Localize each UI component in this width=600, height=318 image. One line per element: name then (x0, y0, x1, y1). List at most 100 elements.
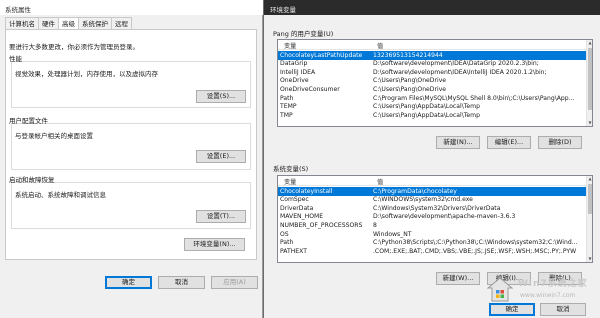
variable-value: C:\ProgramData\chocolatey (373, 187, 457, 195)
system-variables-list[interactable]: 变量 值 ChocolateyInstall C:\ProgramData\cho… (277, 175, 593, 263)
variable-name: DriverData (280, 204, 314, 212)
environment-variables-window: 环境变量 Pang 的用户变量(U) 变量 值 ChocolateyLastPa… (263, 0, 600, 318)
performance-settings-button[interactable]: 设置(S)... (196, 90, 246, 103)
watermark: Win7系统之家 www.winwin7.com (484, 272, 596, 314)
apply-button[interactable]: 应用(A) (211, 276, 258, 289)
group-title: 性能 (9, 55, 22, 63)
scrollbar-thumb[interactable] (588, 184, 592, 214)
vertical-scrollbar[interactable]: ▲ ▼ (586, 40, 592, 126)
user-variables-list[interactable]: 变量 值 ChocolateyLastPathUpdate 13236951315… (277, 39, 593, 127)
scroll-up-icon[interactable]: ▲ (587, 40, 592, 46)
group-description: 系统启动、系统故障和调试信息 (15, 191, 106, 199)
column-value[interactable]: 值 (377, 177, 383, 186)
user-edit-button[interactable]: 编辑(E)... (487, 136, 531, 149)
tab-remote[interactable]: 远程 (111, 17, 132, 29)
variable-value: C:\Users\Pang\OneDrive (373, 85, 447, 93)
column-variable[interactable]: 变量 (284, 41, 296, 50)
variable-name: ChocolateyInstall (280, 187, 333, 195)
variable-name: IntelliJ IDEA (280, 68, 316, 76)
variable-value: C:\Python38\Scripts\;C:\Python38\;C:\Win… (373, 239, 578, 247)
table-row[interactable]: Path C:\Python38\Scripts\;C:\Python38\;C:… (278, 239, 587, 248)
user-variables-label: Pang 的用户变量(U) (273, 30, 334, 38)
environment-variables-button[interactable]: 环境变量(N)... (184, 238, 245, 251)
variable-value: D:\software\development\IDEA\DataGrip 20… (373, 60, 539, 68)
variable-value: D:\software\development\IDEA\IntelliJ ID… (373, 68, 547, 76)
variable-name: Path (280, 239, 294, 247)
variable-value: 132369513154214944 (373, 51, 443, 59)
table-row[interactable]: TMP C:\Users\Pang\AppData\Local\Temp (278, 111, 587, 120)
system-variables-label: 系统变量(S) (273, 165, 309, 173)
list-header: 变量 值 (278, 176, 592, 186)
startup-recovery-group: 启动和故障恢复 系统启动、系统故障和调试信息 设置(T)... (9, 174, 253, 230)
variable-name: ComSpec (280, 196, 309, 204)
table-row[interactable]: ChocolateyInstall C:\ProgramData\chocolat… (278, 187, 587, 196)
cancel-button[interactable]: 取消 (158, 276, 205, 289)
table-row[interactable]: TEMP C:\Users\Pang\AppData\Local\Temp (278, 103, 587, 112)
table-row[interactable]: DriverData C:\Windows\System32\Drivers\Dr… (278, 204, 587, 213)
table-row[interactable]: IntelliJ IDEA D:\software\development\IDE… (278, 68, 587, 77)
table-row[interactable]: ComSpec C:\WINDOWS\system32\cmd.exe (278, 196, 587, 205)
variable-value: C:\Users\Pang\AppData\Local\Temp (373, 111, 480, 119)
variable-value: C:\Program Files\MySQL\MySQL Shell 8.0\b… (373, 94, 575, 102)
variable-value: C:\Windows\System32\Drivers\DriverData (373, 204, 501, 212)
scroll-down-icon[interactable]: ▼ (587, 256, 592, 262)
table-row[interactable]: ChocolateyLastPathUpdate 1323695131542149… (278, 51, 587, 60)
column-value[interactable]: 值 (377, 41, 383, 50)
group-description: 视觉效果，处理器计划，内存使用，以及虚拟内存 (15, 70, 158, 78)
tab-strip: 计算机名 硬件 高级 系统保护 远程 (5, 17, 132, 30)
watermark-text: Win7系统之家 (518, 279, 588, 289)
variable-name: NUMBER_OF_PROCESSORS (280, 221, 363, 229)
table-row[interactable]: NUMBER_OF_PROCESSORS 8 (278, 221, 587, 230)
startup-recovery-settings-button[interactable]: 设置(T)... (196, 210, 246, 223)
list-header: 变量 值 (278, 40, 592, 50)
variable-name: OS (280, 230, 289, 238)
tab-system-protection[interactable]: 系统保护 (78, 17, 112, 29)
window-title: 环境变量 (270, 6, 296, 14)
title-bar[interactable]: 系统属性 (0, 0, 263, 15)
window-title: 系统属性 (5, 6, 31, 14)
variable-name: Path (280, 94, 294, 102)
column-variable[interactable]: 变量 (284, 177, 296, 186)
vertical-scrollbar[interactable]: ▲ ▼ (586, 176, 592, 262)
user-new-button[interactable]: 新建(N)... (436, 136, 480, 149)
table-row[interactable]: OneDriveConsumer C:\Users\Pang\OneDrive (278, 85, 587, 94)
title-bar[interactable]: 环境变量 (264, 0, 600, 15)
variable-name: OneDriveConsumer (280, 85, 340, 93)
variable-value: C:\WINDOWS\system32\cmd.exe (373, 196, 473, 204)
table-row[interactable]: OS Windows_NT (278, 230, 587, 239)
variable-value: .COM;.EXE;.BAT;.CMD;.VBS;.VBE;.JS;.JSE;.… (373, 247, 577, 255)
watermark-logo-icon (486, 277, 514, 302)
variable-value: C:\Users\Pang\OneDrive (373, 77, 447, 85)
table-row[interactable]: OneDrive C:\Users\Pang\OneDrive (278, 77, 587, 86)
scroll-up-icon[interactable]: ▲ (587, 176, 592, 182)
variable-name: ChocolateyLastPathUpdate (280, 51, 363, 59)
variable-name: PATHEXT (280, 247, 307, 255)
user-profiles-settings-button[interactable]: 设置(E)... (196, 150, 246, 163)
variable-value: D:\software\development\apache-maven-3.6… (373, 213, 516, 221)
variable-name: OneDrive (280, 77, 309, 85)
table-row[interactable]: MAVEN_HOME D:\software\development\apache… (278, 213, 587, 222)
tab-computer-name[interactable]: 计算机名 (5, 17, 39, 29)
user-profiles-group: 用户配置文件 与登录帐户相关的桌面设置 设置(E)... (9, 115, 253, 171)
table-row[interactable]: PATHEXT .COM;.EXE;.BAT;.CMD;.VBS;.VBE;.JS… (278, 247, 587, 256)
scroll-down-icon[interactable]: ▼ (587, 120, 592, 126)
tab-hardware[interactable]: 硬件 (38, 17, 59, 29)
variable-value: 8 (373, 221, 377, 229)
admin-note: 要进行大多数更改，你必须作为管理员登录。 (9, 43, 139, 51)
system-new-button[interactable]: 新建(W)... (436, 272, 480, 285)
variable-value: C:\Users\Pang\AppData\Local\Temp (373, 103, 480, 111)
group-title: 用户配置文件 (9, 117, 48, 125)
group-title: 启动和故障恢复 (9, 176, 55, 184)
variable-name: TEMP (280, 103, 297, 111)
table-row[interactable]: Path C:\Program Files\MySQL\MySQL Shell 8… (278, 94, 587, 103)
user-delete-button[interactable]: 删除(D) (538, 136, 582, 149)
scrollbar-thumb[interactable] (588, 48, 592, 110)
watermark-url: www.winwin7.com (520, 292, 576, 299)
group-description: 与登录帐户相关的桌面设置 (15, 132, 93, 140)
variable-name: DataGrip (280, 60, 308, 68)
table-row[interactable]: DataGrip D:\software\development\IDEA\Dat… (278, 60, 587, 69)
variable-value: Windows_NT (373, 230, 412, 238)
system-properties-window: 系统属性 计算机名 硬件 高级 系统保护 远程 要进行大多数更改，你必须作为管理… (0, 0, 263, 318)
performance-group: 性能 视觉效果，处理器计划，内存使用，以及虚拟内存 设置(S)... (9, 53, 253, 109)
ok-button[interactable]: 确定 (105, 276, 152, 289)
